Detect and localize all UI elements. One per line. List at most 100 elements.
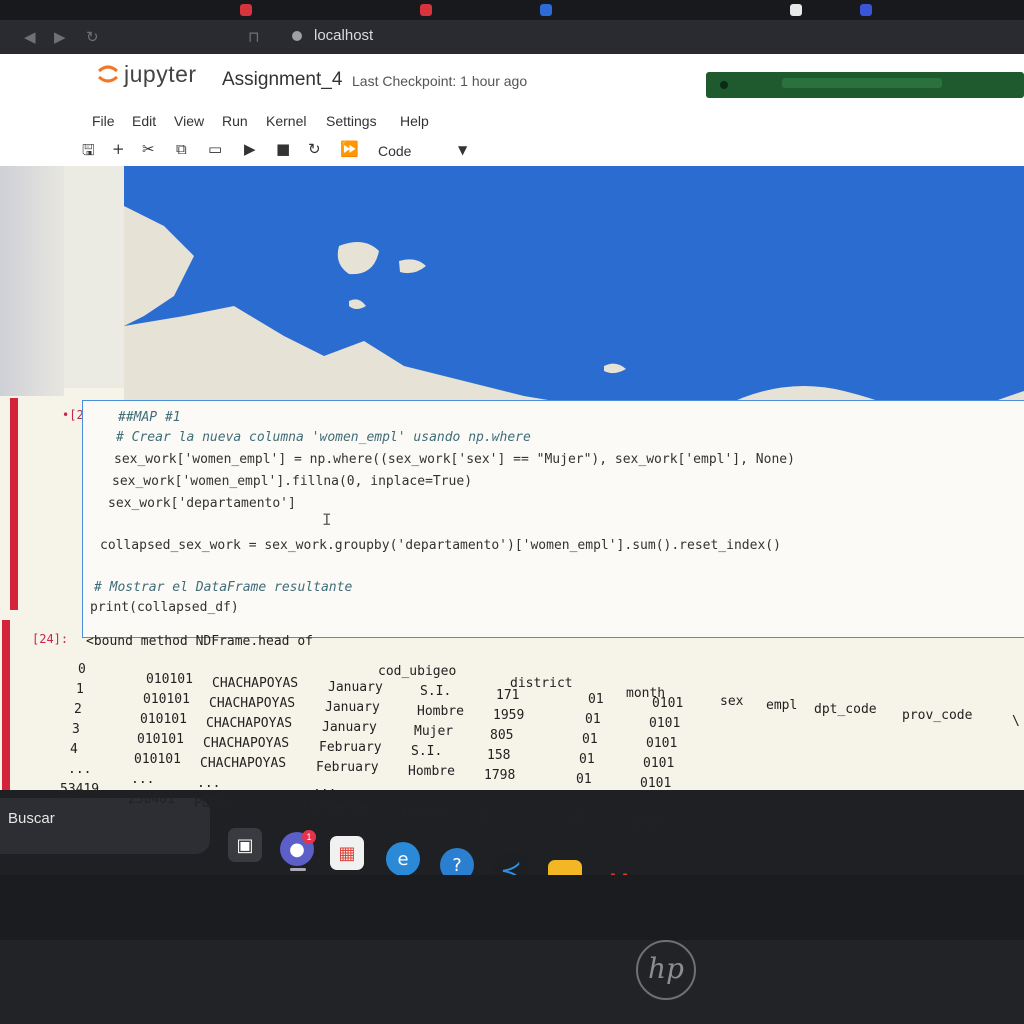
column-header: dpt_code	[814, 702, 877, 717]
store-icon[interactable]: ▦	[330, 836, 364, 870]
search-label[interactable]: Buscar	[8, 810, 55, 827]
map-graphic	[124, 166, 1024, 428]
save-icon[interactable]: 🖫	[82, 140, 95, 165]
mcafee-icon[interactable]: M	[602, 866, 636, 875]
reload-icon[interactable]: ↻	[86, 28, 99, 46]
table-cell: ...	[313, 780, 337, 795]
code-line: # Crear la nueva columna 'women_empl' us…	[116, 430, 531, 445]
app-tab-icon[interactable]	[420, 4, 432, 16]
menu-view[interactable]: View	[174, 113, 204, 129]
column-header: sex	[720, 694, 744, 709]
cut-icon[interactable]: ✂	[142, 140, 155, 158]
menu-file[interactable]: File	[92, 113, 115, 129]
cell-type-select[interactable]: Code	[378, 143, 411, 159]
add-cell-icon[interactable]: +	[112, 140, 125, 158]
code-line: ##MAP #1	[118, 410, 181, 425]
bookmark-icon[interactable]: ⊓	[248, 28, 260, 46]
table-cell: February	[316, 760, 379, 775]
notebook-title[interactable]: Assignment_4	[222, 69, 342, 91]
restart-icon[interactable]: ↻	[308, 140, 321, 158]
table-cell: ...	[197, 776, 221, 791]
table-cell: ...	[131, 772, 155, 787]
edge-icon[interactable]: e	[386, 842, 420, 875]
table-cell: CHACHAPOYAS	[209, 696, 296, 711]
table-cell: ...	[573, 792, 597, 807]
vscode-icon[interactable]: ≺	[494, 854, 528, 875]
app-tab-icon[interactable]	[860, 4, 872, 16]
help-icon[interactable]: ?	[440, 848, 474, 875]
app-tab-icon[interactable]	[540, 4, 552, 16]
menu-settings[interactable]: Settings	[326, 113, 377, 129]
table-cell: 010101	[137, 732, 184, 747]
table-cell: S.I.	[420, 684, 452, 699]
column-header: cod_ubigeo	[378, 664, 457, 679]
table-cell: Hombre	[402, 804, 449, 819]
table-cell: CHACHAPOYAS	[203, 736, 290, 751]
table-cell: 010101	[134, 752, 181, 767]
active-app-indicator	[290, 868, 306, 871]
menu-run[interactable]: Run	[222, 113, 248, 129]
code-line: sex_work['women_empl'] = np.where((sex_w…	[114, 452, 795, 467]
table-cell: 010101	[146, 672, 193, 687]
table-cell: 01	[576, 772, 592, 787]
kernel-status-bar[interactable]	[706, 72, 1024, 98]
column-header: \	[1012, 714, 1020, 729]
table-cell: January	[325, 700, 380, 715]
table-cell: 010101	[140, 712, 187, 727]
output-line: <bound method NDFrame.head of	[86, 634, 313, 649]
menu-kernel[interactable]: Kernel	[266, 113, 306, 129]
jupyter-logo-icon[interactable]	[96, 62, 120, 86]
menu-help[interactable]: Help	[400, 113, 429, 129]
table-cell: 0101	[646, 736, 678, 751]
table-cell: PURUS	[194, 796, 234, 811]
table-cell: Hombre	[417, 704, 464, 719]
table-cell: 25	[570, 812, 586, 827]
back-icon[interactable]: ◀	[24, 28, 36, 46]
row-index: 0	[78, 662, 86, 677]
screen: ◀ ▶ ↻ ⊓ localhost jupyter Assignment_4 L…	[0, 0, 1024, 875]
table-cell: 01	[579, 752, 595, 767]
forward-icon[interactable]: ▶	[54, 28, 66, 46]
opera-icon[interactable]: O	[658, 872, 692, 875]
table-cell: CHACHAPOYAS	[206, 716, 293, 731]
output-cell-indicator	[2, 620, 10, 790]
table-cell: 171	[496, 688, 520, 703]
column-header: empl	[766, 698, 798, 713]
table-cell: Hombre	[408, 764, 455, 779]
url-field[interactable]: localhost	[314, 27, 373, 44]
table-cell: S.I.	[411, 744, 443, 759]
file-explorer-icon[interactable]: ▬	[548, 860, 582, 875]
row-index: 3	[72, 722, 80, 737]
table-cell: 01	[582, 732, 598, 747]
column-header: prov_code	[902, 708, 973, 723]
table-cell: 0101	[640, 776, 672, 791]
table-cell: 0101	[643, 756, 675, 771]
table-cell: 1798	[484, 768, 516, 783]
menu-bar: File Edit View Run Kernel Settings Help	[0, 104, 1024, 134]
table-cell: ...	[637, 796, 661, 811]
stop-icon[interactable]: ■	[276, 140, 290, 158]
copy-icon[interactable]: ⧉	[176, 140, 187, 158]
fast-forward-icon[interactable]: ⏩	[340, 140, 359, 158]
menu-edit[interactable]: Edit	[132, 113, 156, 129]
site-info-icon[interactable]	[292, 31, 302, 41]
app-tab-icon[interactable]	[790, 4, 802, 16]
jupyter-brand[interactable]: jupyter	[124, 61, 197, 88]
app-tab-icon[interactable]	[240, 4, 252, 16]
checkpoint-status: Last Checkpoint: 1 hour ago	[352, 73, 528, 89]
paste-icon[interactable]: ▭	[208, 140, 222, 158]
task-view-icon[interactable]: ▣	[228, 828, 262, 862]
table-cell: 0101	[652, 696, 684, 711]
table-cell: November	[310, 800, 373, 815]
row-index: 53419	[60, 782, 100, 797]
table-cell: 2	[478, 808, 486, 823]
run-icon[interactable]: ▶	[244, 140, 256, 158]
table-cell: 250401	[128, 792, 175, 807]
active-cell-indicator	[10, 398, 18, 610]
table-cell: 1959	[493, 708, 525, 723]
laptop-bezel	[0, 940, 1024, 1024]
table-cell: 010101	[143, 692, 190, 707]
teams-badge: 1	[302, 830, 316, 844]
table-cell: 01	[585, 712, 601, 727]
chevron-down-icon[interactable]: ▼	[458, 143, 467, 157]
